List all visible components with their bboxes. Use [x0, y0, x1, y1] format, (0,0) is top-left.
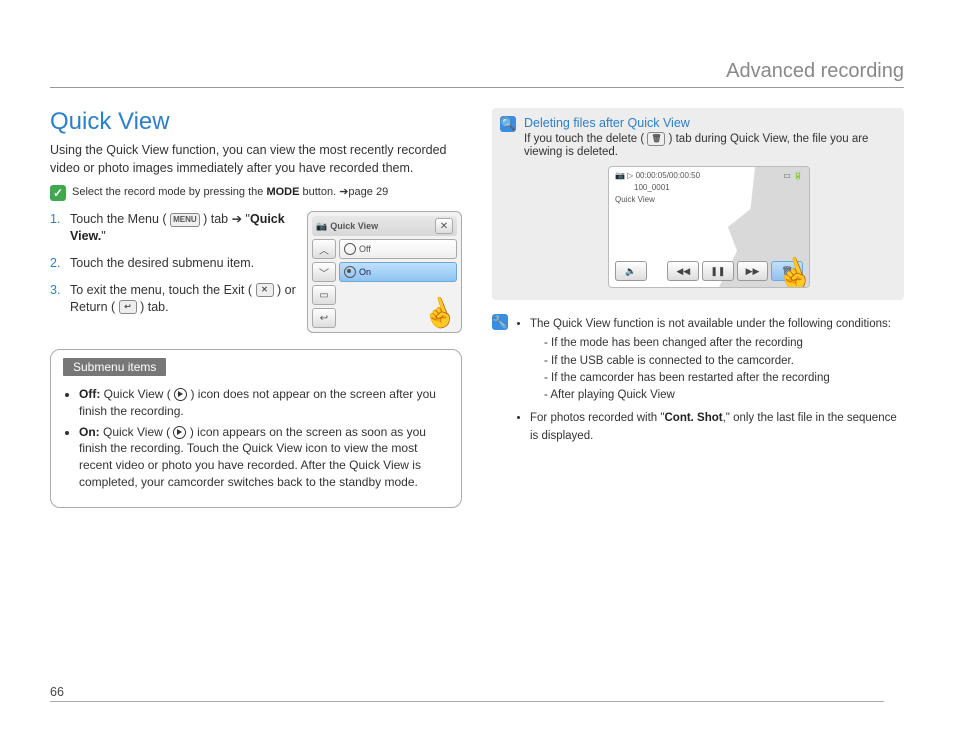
check-icon: ✓ — [50, 185, 66, 201]
return-icon: ↩ — [312, 308, 336, 328]
mode-note: Select the record mode by pressing the M… — [72, 185, 388, 198]
page-number: 66 — [50, 685, 884, 702]
forward-icon: ▶▶ — [737, 261, 769, 281]
exit-icon: ✕ — [256, 283, 274, 297]
quickview-play-icon — [174, 388, 187, 401]
wrench-icon: 🔧 — [492, 314, 508, 330]
delete-info-title: Deleting files after Quick View — [524, 116, 894, 130]
conditions-note: The Quick View function is not available… — [514, 314, 904, 451]
volume-icon: 🔈 — [615, 261, 647, 281]
up-icon: ︿ — [312, 239, 336, 259]
delete-info-box: 🔍 Deleting files after Quick View If you… — [492, 108, 904, 300]
section-title: Quick View — [50, 108, 462, 136]
menu-tab-icon: MENU — [170, 213, 200, 227]
delete-info-text: If you touch the delete ( 🗑 ) tab during… — [524, 132, 894, 158]
chapter-title: Advanced recording — [50, 60, 904, 88]
down-icon: ﹀ — [312, 262, 336, 282]
option-off: Off — [339, 239, 457, 259]
close-icon: ✕ — [435, 218, 453, 234]
intro-text: Using the Quick View function, you can v… — [50, 142, 462, 177]
steps-list: 1. Touch the Menu ( MENU ) tab ➔ "Quick … — [50, 211, 297, 325]
magnify-icon: 🔍 — [500, 116, 516, 132]
submenu-box: Submenu items Off: Quick View ( ) icon d… — [50, 349, 462, 508]
submenu-tag: Submenu items — [63, 358, 166, 376]
pause-icon: ❚❚ — [702, 261, 734, 281]
return-icon: ↩ — [119, 300, 137, 314]
option-on: On — [339, 262, 457, 282]
rewind-icon: ◀◀ — [667, 261, 699, 281]
menu-screenshot: 📷 Quick View ✕ ︿ ﹀ Off On — [307, 211, 462, 333]
tab-icon: ▭ — [312, 285, 336, 305]
quickview-play-icon — [173, 426, 186, 439]
player-screenshot: 📷 ▷ 00:00:05/00:00:50 ▭ 🔋 100_0001 Quick… — [608, 166, 810, 288]
trash-icon: 🗑 — [647, 132, 665, 146]
menu-screenshot-title: 📷 Quick View — [316, 221, 378, 232]
